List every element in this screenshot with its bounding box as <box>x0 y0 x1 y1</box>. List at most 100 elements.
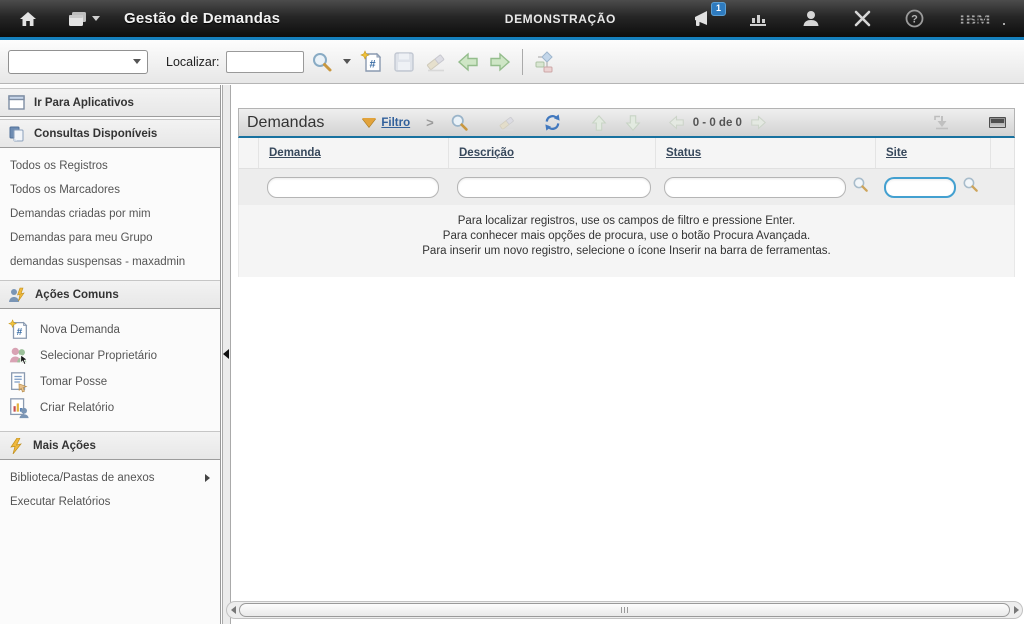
action-take-ownership[interactable]: Tomar Posse <box>0 369 220 395</box>
announcements-button[interactable]: 1 <box>692 10 714 28</box>
query-item-all-records[interactable]: Todos os Registros <box>0 154 220 178</box>
filter-input-status[interactable] <box>664 177 846 198</box>
filter-link[interactable]: Filtro <box>381 117 410 129</box>
action-run-reports[interactable]: Executar Relatórios <box>0 490 220 514</box>
sidebar-header-label: Consultas Disponíveis <box>34 128 157 140</box>
table-filter-row <box>238 168 1015 205</box>
query-item-suspended-maxadmin[interactable]: demandas suspensas - maxadmin <box>0 250 220 274</box>
filter-input-site[interactable] <box>884 177 956 198</box>
query-item-for-my-group[interactable]: Demandas para meu Grupo <box>0 226 220 250</box>
table-search-button[interactable] <box>450 113 469 132</box>
column-header-filler <box>991 138 1014 168</box>
action-create-report[interactable]: Criar Relatório <box>0 395 220 421</box>
record-select-combobox[interactable] <box>8 50 148 74</box>
action-select-owner[interactable]: Selecionar Proprietário <box>0 343 220 369</box>
hint-line: Para inserir um novo registro, selecione… <box>239 244 1014 259</box>
move-down-button[interactable] <box>624 114 642 132</box>
column-header-descricao[interactable]: Descrição <box>449 138 656 168</box>
status-lookup-button[interactable] <box>852 176 869 198</box>
minimize-window-button[interactable] <box>989 117 1006 128</box>
sidebar-header-go-to-applications[interactable]: Ir Para Aplicativos <box>0 88 220 117</box>
reports-button[interactable] <box>748 11 768 27</box>
previous-record-button[interactable] <box>454 48 482 76</box>
sidebar-header-more-actions[interactable]: Mais Ações <box>0 431 220 460</box>
column-header-demanda[interactable]: Demanda <box>259 138 449 168</box>
scroll-right-button[interactable] <box>1010 606 1022 614</box>
stacked-windows-icon <box>68 11 88 27</box>
bar-chart-icon <box>748 11 768 27</box>
collapse-sidebar-icon[interactable] <box>223 349 229 359</box>
column-header-site[interactable]: Site <box>876 138 991 168</box>
hint-line: Para conhecer mais opções de procura, us… <box>239 229 1014 244</box>
filter-toggle[interactable]: Filtro <box>362 117 410 129</box>
horizontal-scrollbar[interactable] <box>226 601 1023 619</box>
find-input[interactable] <box>226 51 304 73</box>
clear-changes-button[interactable] <box>422 48 450 76</box>
svg-text:?: ? <box>911 14 918 26</box>
question-mark-icon: ? <box>905 9 924 28</box>
app-switcher-menu[interactable] <box>68 11 100 27</box>
eraser-icon <box>497 114 517 132</box>
search-icon <box>450 113 469 132</box>
new-record-icon: # <box>360 50 384 74</box>
site-lookup-button[interactable] <box>962 176 979 198</box>
magnifier-icon <box>962 176 979 193</box>
new-demand-icon: # <box>8 319 30 341</box>
scroll-left-button[interactable] <box>227 606 239 614</box>
logout-button[interactable] <box>854 10 871 27</box>
profile-button[interactable] <box>802 10 820 27</box>
select-owner-icon <box>8 345 30 367</box>
sidebar-header-common-actions[interactable]: Ações Comuns <box>0 280 220 309</box>
home-icon[interactable] <box>14 5 42 33</box>
search-button[interactable] <box>308 48 336 76</box>
person-icon <box>802 10 820 27</box>
arrow-left-icon <box>457 52 479 72</box>
previous-page-button[interactable] <box>668 115 685 130</box>
query-item-created-by-me[interactable]: Demandas criadas por mim <box>0 202 220 226</box>
take-ownership-icon <box>8 371 30 393</box>
empty-table-hints: Para localizar registros, use os campos … <box>238 205 1015 277</box>
workflow-icon <box>535 50 559 74</box>
chevron-down-icon <box>133 59 141 64</box>
sidebar-splitter[interactable] <box>222 85 231 624</box>
search-options-dropdown[interactable] <box>340 48 354 76</box>
filter-input-demanda[interactable] <box>267 177 439 198</box>
next-record-button[interactable] <box>486 48 514 76</box>
save-button[interactable] <box>390 48 418 76</box>
sidebar-header-label: Ir Para Aplicativos <box>34 97 134 109</box>
save-icon <box>393 51 415 73</box>
arrow-down-icon <box>624 114 642 132</box>
new-record-button[interactable]: # <box>358 48 386 76</box>
row-select-column <box>239 138 259 168</box>
sidebar-header-available-queries[interactable]: Consultas Disponíveis <box>0 119 220 148</box>
download-icon <box>933 115 951 130</box>
column-header-status[interactable]: Status <box>656 138 876 168</box>
create-report-icon <box>8 397 30 419</box>
demands-table-window: Demandas Filtro > <box>238 108 1015 277</box>
help-button[interactable]: ? <box>905 9 924 28</box>
query-item-all-bookmarks[interactable]: Todos os Marcadores <box>0 178 220 202</box>
person-lightning-icon <box>8 287 26 303</box>
action-attachment-library[interactable]: Biblioteca/Pastas de anexos <box>0 466 220 490</box>
workflow-button[interactable] <box>533 48 561 76</box>
ibm-logo: IBM <box>958 9 1008 29</box>
filter-input-descricao[interactable] <box>457 177 651 198</box>
scrollbar-thumb[interactable] <box>239 603 1010 617</box>
download-button[interactable] <box>933 115 951 130</box>
move-up-button[interactable] <box>590 114 608 132</box>
search-icon <box>311 51 333 73</box>
refresh-button[interactable] <box>543 113 562 132</box>
svg-text:IBM: IBM <box>959 11 991 28</box>
main-toolbar: Localizar: # <box>0 40 1024 84</box>
queries-icon <box>8 126 25 142</box>
next-page-button[interactable] <box>750 115 767 130</box>
eraser-icon <box>424 51 448 73</box>
record-range: 0 - 0 de 0 <box>693 117 742 129</box>
action-new-demand[interactable]: # Nova Demanda <box>0 317 220 343</box>
triangle-right-icon <box>1014 606 1019 614</box>
clear-filter-button[interactable] <box>497 114 517 132</box>
arrow-left-icon <box>668 115 685 130</box>
filter-collapse-icon <box>362 118 376 127</box>
table-titlebar: Demandas Filtro > <box>238 108 1015 138</box>
expand-filter-icon[interactable]: > <box>426 115 434 130</box>
